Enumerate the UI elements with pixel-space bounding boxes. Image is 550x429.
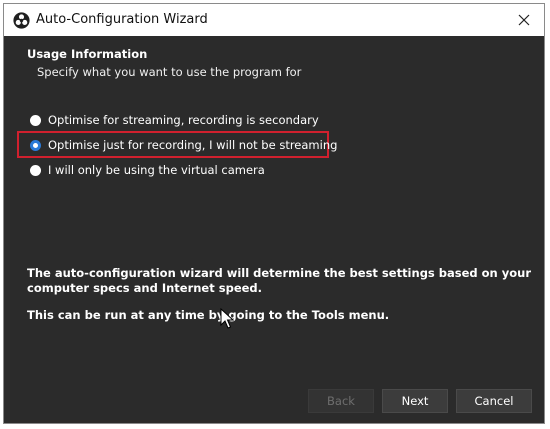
info-line: The auto-configuration wizard will deter… xyxy=(27,266,531,280)
radio-label: I will only be using the virtual camera xyxy=(48,163,265,177)
radio-label: Optimise for streaming, recording is sec… xyxy=(48,113,319,127)
radio-option-recording[interactable]: Optimise just for recording, I will not … xyxy=(30,135,337,155)
page-subtitle: Specify what you want to use the program… xyxy=(37,65,302,79)
mouse-pointer-icon xyxy=(220,308,234,329)
radio-label: Optimise just for recording, I will not … xyxy=(48,138,338,152)
back-button[interactable]: Back xyxy=(308,389,374,413)
radio-option-virtual-camera[interactable]: I will only be using the virtual camera xyxy=(30,160,265,180)
wizard-window: Auto-Configuration Wizard Usage Informat… xyxy=(3,3,545,424)
page-title: Usage Information xyxy=(27,47,148,61)
radio-button[interactable] xyxy=(30,114,41,126)
cancel-button[interactable]: Cancel xyxy=(456,389,532,413)
window-title: Auto-Configuration Wizard xyxy=(36,12,208,27)
radio-option-streaming[interactable]: Optimise for streaming, recording is sec… xyxy=(30,110,319,130)
info-line: computer specs and Internet speed. xyxy=(27,281,263,295)
close-icon xyxy=(518,14,530,26)
obs-logo-icon xyxy=(13,12,30,29)
next-button[interactable]: Next xyxy=(382,389,448,413)
wizard-content: Usage Information Specify what you want … xyxy=(4,36,544,423)
radio-button-selected[interactable] xyxy=(30,139,41,151)
info-paragraph-1: The auto-configuration wizard will deter… xyxy=(27,266,531,296)
close-button[interactable] xyxy=(504,4,544,36)
radio-button[interactable] xyxy=(30,164,41,176)
title-bar: Auto-Configuration Wizard xyxy=(4,4,544,36)
info-paragraph-2: This can be run at any time by going to … xyxy=(27,308,390,322)
